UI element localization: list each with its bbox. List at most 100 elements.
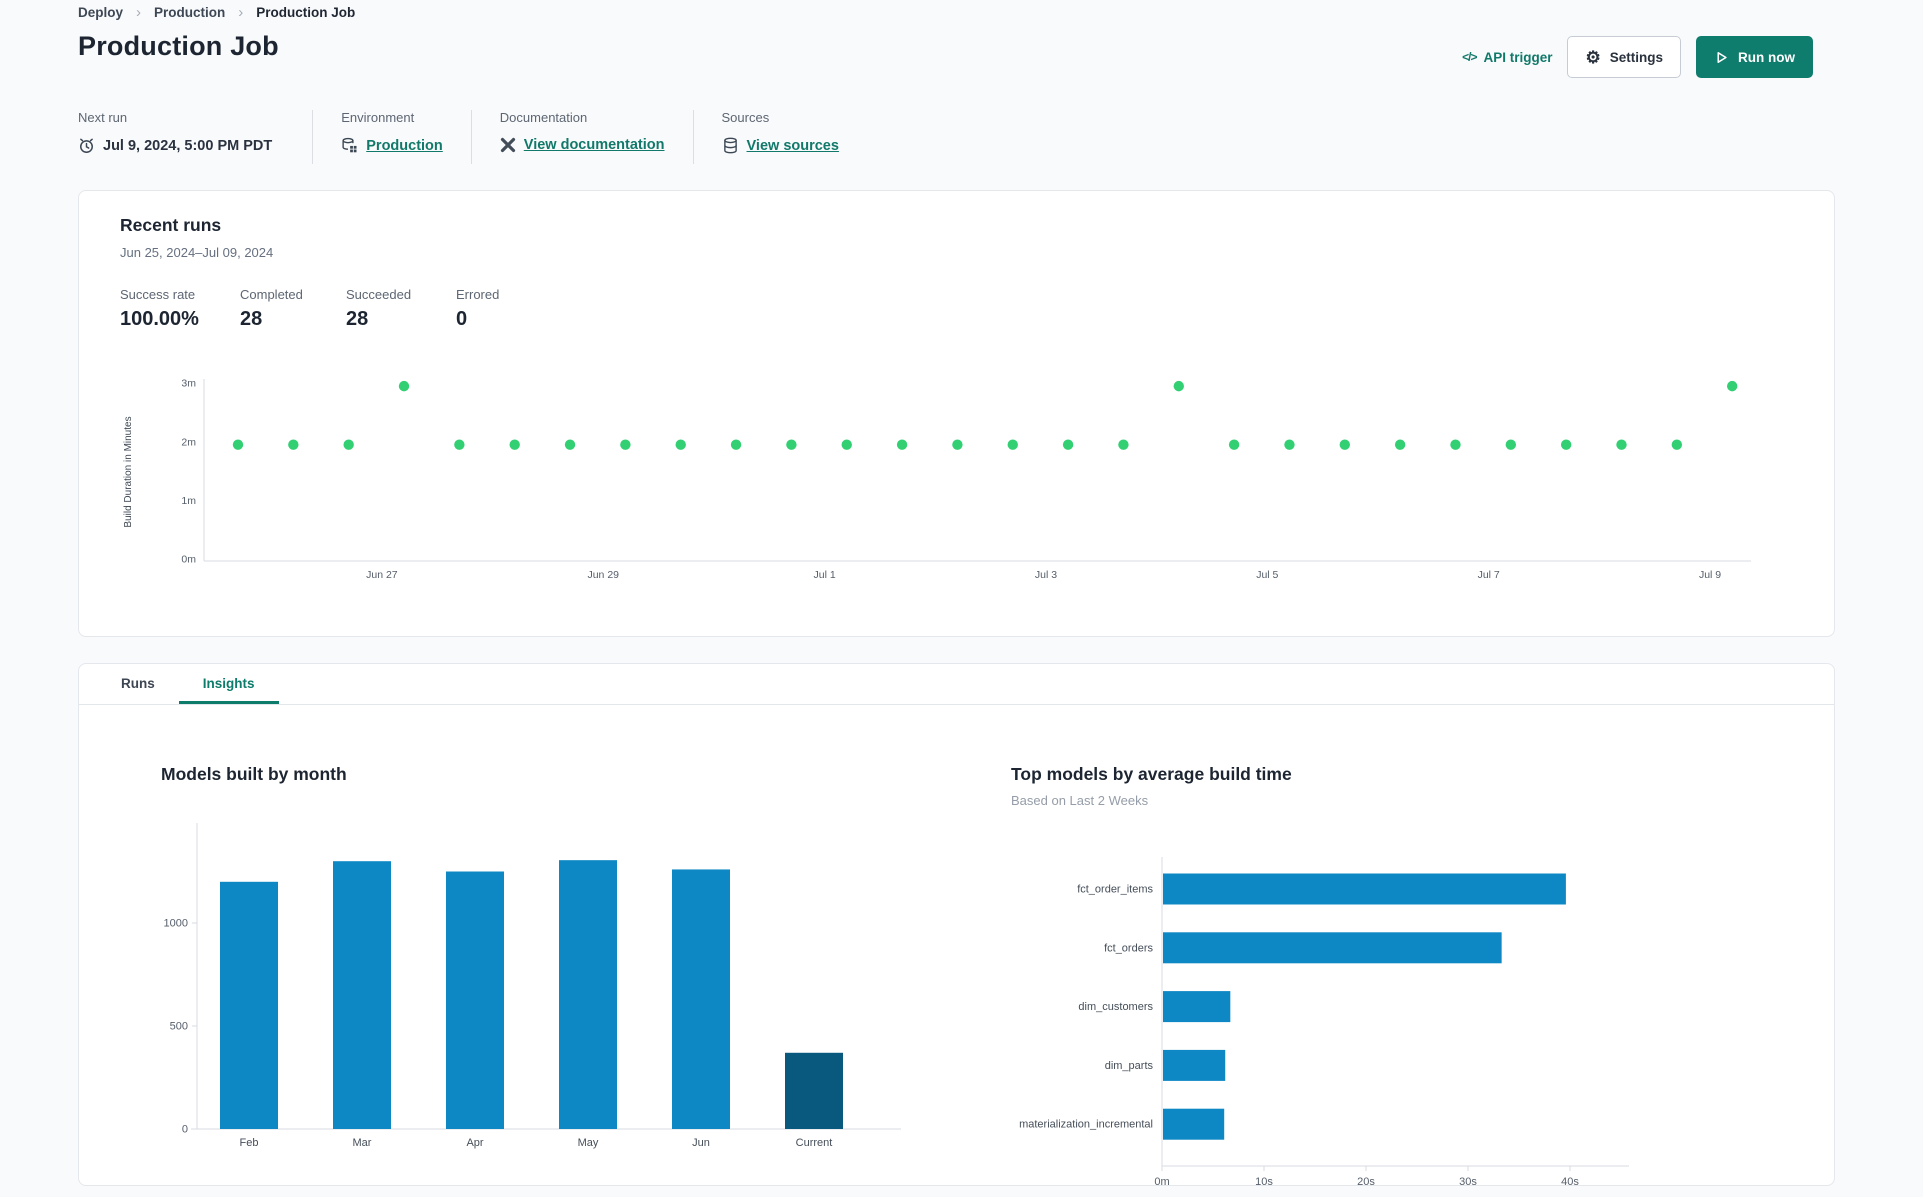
model-bar[interactable] — [1163, 1049, 1226, 1081]
tab-bar: Runs Insights — [79, 664, 1834, 705]
models-built-chart[interactable]: 0 500 1000 Feb Mar Apr May Jun Current — [151, 811, 911, 1163]
run-now-button[interactable]: Run now — [1696, 36, 1813, 78]
recent-runs-title: Recent runs — [120, 215, 222, 235]
tab-insights[interactable]: Insights — [178, 664, 279, 704]
view-documentation-link[interactable]: View documentation — [524, 137, 665, 153]
api-trigger-link[interactable]: </> API trigger — [1462, 50, 1552, 65]
stat-errored: Errored 0 — [456, 287, 500, 330]
breadcrumb-production-job: Production Job — [256, 5, 356, 20]
model-bar[interactable] — [1163, 991, 1231, 1023]
x-tick-label: 20s — [1357, 1176, 1375, 1188]
top-models-chart[interactable]: fct_order_items fct_orders dim_customersdi… — [981, 841, 1661, 1193]
next-run-column: Next run Jul 9, 2024, 5:00 PM PDT — [78, 110, 312, 164]
y-category-label: fct_orders — [1104, 942, 1153, 954]
view-sources-link[interactable]: View sources — [747, 138, 839, 154]
breadcrumb: Deploy › Production › Production Job — [78, 4, 355, 21]
next-run-label: Next run — [78, 110, 128, 125]
stat-succeeded: Succeeded 28 — [346, 287, 412, 330]
y-tick-label: 500 — [170, 1021, 188, 1033]
models-built-title: Models built by month — [161, 764, 347, 784]
header-actions: </> API trigger ⚙ Settings Run now — [1462, 36, 1813, 78]
y-tick-label: 1000 — [164, 918, 188, 930]
x-category-label: Feb — [240, 1137, 259, 1149]
run-point[interactable] — [398, 380, 410, 392]
stat-success-rate: Success rate 100.00% — [120, 287, 199, 330]
run-point[interactable] — [1726, 380, 1738, 392]
x-tick-label: 40s — [1561, 1176, 1579, 1188]
x-tick-label: 10s — [1255, 1176, 1273, 1188]
run-point[interactable] — [1173, 380, 1184, 392]
run-point[interactable] — [1118, 439, 1129, 450]
run-point[interactable] — [1671, 439, 1683, 450]
run-point[interactable] — [841, 439, 852, 450]
recent-runs-card: Recent runs Jun 25, 2024–Jul 09, 2024 Su… — [78, 190, 1835, 637]
api-trigger-label: API trigger — [1483, 49, 1553, 65]
run-now-label: Run now — [1738, 49, 1795, 65]
month-bar[interactable] — [220, 881, 278, 1129]
run-point[interactable] — [1560, 439, 1572, 450]
x-category-label: May — [578, 1137, 599, 1149]
x-tick-label: 30s — [1459, 1176, 1477, 1188]
month-bar[interactable] — [672, 869, 730, 1129]
run-point[interactable] — [564, 439, 576, 450]
run-point[interactable] — [1228, 439, 1240, 450]
y-axis-label: Build Duration in Minutes — [123, 416, 134, 527]
run-point[interactable] — [620, 439, 631, 450]
month-bar[interactable] — [559, 860, 617, 1129]
run-point[interactable] — [896, 439, 908, 450]
tab-runs[interactable]: Runs — [97, 664, 179, 704]
run-point[interactable] — [1007, 439, 1018, 450]
run-point[interactable] — [730, 439, 742, 450]
run-point[interactable] — [1394, 439, 1406, 450]
model-bar[interactable] — [1163, 932, 1502, 964]
run-point[interactable] — [454, 439, 465, 450]
run-point[interactable] — [952, 439, 963, 450]
month-bar[interactable] — [446, 871, 504, 1130]
y-category-label: materialization_incremental — [1019, 1119, 1153, 1131]
next-run-value: Jul 9, 2024, 5:00 PM PDT — [103, 137, 273, 154]
model-bar[interactable] — [1163, 873, 1566, 905]
dbt-logo-icon — [500, 137, 516, 153]
month-bar[interactable] — [785, 1052, 843, 1129]
x-category-label: Mar — [353, 1137, 372, 1149]
recent-runs-stats: Success rate 100.00% Completed 28 Succee… — [120, 287, 499, 331]
x-tick-label: Jun 27 — [366, 569, 398, 581]
run-point[interactable] — [786, 439, 797, 450]
x-tick-label: Jul 1 — [814, 569, 836, 581]
y-tick-label: 3m — [181, 378, 196, 390]
run-point[interactable] — [343, 439, 354, 450]
run-point[interactable] — [509, 439, 520, 450]
y-tick-label: 2m — [181, 436, 196, 448]
sources-column: Sources View sources — [692, 110, 867, 164]
run-point[interactable] — [288, 439, 299, 450]
x-category-label: Apr — [466, 1137, 483, 1149]
chevron-right-icon: › — [238, 4, 244, 21]
run-point[interactable] — [1339, 439, 1351, 450]
database-icon — [722, 137, 739, 154]
breadcrumb-deploy[interactable]: Deploy — [78, 5, 123, 20]
environment-link[interactable]: Production — [366, 138, 443, 154]
run-point[interactable] — [1062, 439, 1074, 450]
y-tick-label: 0m — [181, 554, 196, 566]
job-info-row: Next run Jul 9, 2024, 5:00 PM PDT Enviro… — [78, 110, 867, 164]
recent-runs-chart[interactable]: 0m 1m 2m 3m Build Duration in Minutes Jun 27 J… — [119, 369, 1779, 587]
insights-card: Runs Insights Models built by month 0 500… — [78, 663, 1835, 1188]
model-bar[interactable] — [1163, 1108, 1225, 1140]
run-point[interactable] — [1505, 439, 1517, 450]
run-point[interactable] — [675, 439, 686, 450]
month-bar[interactable] — [333, 861, 391, 1129]
environment-column: Environment Production — [312, 110, 471, 164]
run-point[interactable] — [1284, 439, 1295, 450]
run-point[interactable] — [1450, 439, 1461, 450]
breadcrumb-production[interactable]: Production — [154, 5, 225, 20]
documentation-label: Documentation — [499, 110, 588, 125]
run-point[interactable] — [232, 439, 244, 450]
run-point[interactable] — [1616, 439, 1627, 450]
y-tick-label: 1m — [181, 495, 196, 507]
environment-label: Environment — [341, 110, 415, 125]
stat-completed: Completed 28 — [240, 287, 303, 330]
settings-button[interactable]: ⚙ Settings — [1567, 36, 1681, 78]
x-category-label: Current — [796, 1137, 833, 1149]
top-models-subtitle: Based on Last 2 Weeks — [1011, 793, 1149, 808]
x-tick-label: Jul 5 — [1256, 569, 1278, 581]
